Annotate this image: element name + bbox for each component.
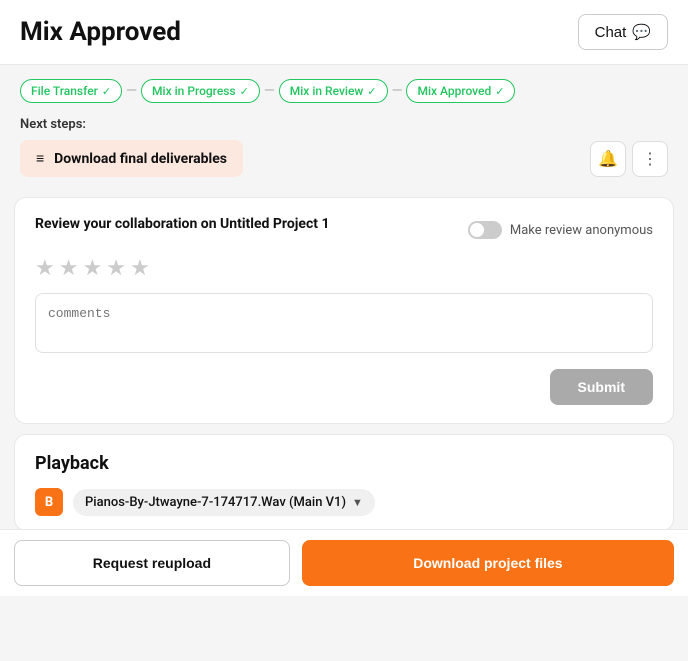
- step-check-icon: ✓: [102, 85, 111, 98]
- track-row: B Pianos-By-Jtwayne-7-174717.Wav (Main V…: [35, 488, 653, 516]
- step-check-icon: ✓: [495, 85, 504, 98]
- step-label: Mix Approved: [417, 84, 491, 98]
- next-steps-icons: 🔔 ⋮: [590, 141, 668, 177]
- action-label: Download final deliverables: [54, 151, 227, 167]
- star-2[interactable]: ★: [59, 256, 79, 281]
- step-arrow-3: —: [392, 83, 403, 99]
- step-check-icon: ✓: [240, 85, 249, 98]
- more-button[interactable]: ⋮: [632, 141, 668, 177]
- bottom-bar: Request reupload Download project files: [0, 529, 688, 596]
- toggle-dot: [470, 223, 484, 237]
- comments-input[interactable]: [35, 293, 653, 353]
- step-mix-approved[interactable]: Mix Approved ✓: [406, 79, 515, 103]
- chat-icon: 💬: [632, 23, 651, 41]
- step-arrow-2: —: [264, 83, 275, 99]
- chevron-down-icon: ▼: [352, 496, 363, 509]
- track-badge: B: [35, 488, 63, 516]
- review-title: Review your collaboration on Untitled Pr…: [35, 216, 330, 232]
- star-1[interactable]: ★: [35, 256, 55, 281]
- chat-button[interactable]: Chat 💬: [578, 14, 668, 50]
- review-card: Review your collaboration on Untitled Pr…: [14, 197, 674, 424]
- submit-row: Submit: [35, 369, 653, 405]
- playback-title: Playback: [35, 453, 653, 474]
- page-title: Mix Approved: [20, 17, 181, 47]
- anonymous-label: Make review anonymous: [510, 223, 653, 238]
- request-reupload-button[interactable]: Request reupload: [14, 540, 290, 586]
- list-icon: ≡: [36, 150, 44, 167]
- step-check-icon: ✓: [367, 85, 376, 98]
- step-label: File Transfer: [31, 84, 98, 98]
- track-name: Pianos-By-Jtwayne-7-174717.Wav (Main V1): [85, 495, 346, 510]
- step-arrow-1: —: [126, 83, 137, 99]
- star-3[interactable]: ★: [82, 256, 102, 281]
- star-5[interactable]: ★: [130, 256, 150, 281]
- review-header: Review your collaboration on Untitled Pr…: [35, 216, 653, 244]
- next-steps-action: ≡ Download final deliverables 🔔 ⋮: [20, 140, 668, 177]
- bell-icon: 🔔: [598, 149, 618, 169]
- chat-label: Chat: [595, 24, 627, 41]
- playback-card: Playback B Pianos-By-Jtwayne-7-174717.Wa…: [14, 434, 674, 531]
- bell-button[interactable]: 🔔: [590, 141, 626, 177]
- anonymous-toggle-row: Make review anonymous: [468, 221, 653, 239]
- step-mix-in-progress[interactable]: Mix in Progress ✓: [141, 79, 260, 103]
- next-steps-section: Next steps: ≡ Download final deliverable…: [0, 103, 688, 187]
- anonymous-toggle[interactable]: [468, 221, 502, 239]
- step-label: Mix in Review: [290, 84, 364, 98]
- track-selector[interactable]: Pianos-By-Jtwayne-7-174717.Wav (Main V1)…: [73, 489, 375, 516]
- header: Mix Approved Chat 💬: [0, 0, 688, 65]
- step-mix-in-review[interactable]: Mix in Review ✓: [279, 79, 388, 103]
- star-rating[interactable]: ★ ★ ★ ★ ★: [35, 256, 653, 281]
- next-steps-label: Next steps:: [20, 117, 668, 132]
- steps-container: File Transfer ✓ — Mix in Progress ✓ — Mi…: [20, 79, 668, 103]
- progress-section: File Transfer ✓ — Mix in Progress ✓ — Mi…: [0, 65, 688, 103]
- step-label: Mix in Progress: [152, 84, 236, 98]
- step-file-transfer[interactable]: File Transfer ✓: [20, 79, 122, 103]
- more-icon: ⋮: [642, 149, 658, 169]
- download-deliverables-button[interactable]: ≡ Download final deliverables: [20, 140, 243, 177]
- download-project-files-button[interactable]: Download project files: [302, 540, 674, 586]
- star-4[interactable]: ★: [106, 256, 126, 281]
- submit-button[interactable]: Submit: [550, 369, 653, 405]
